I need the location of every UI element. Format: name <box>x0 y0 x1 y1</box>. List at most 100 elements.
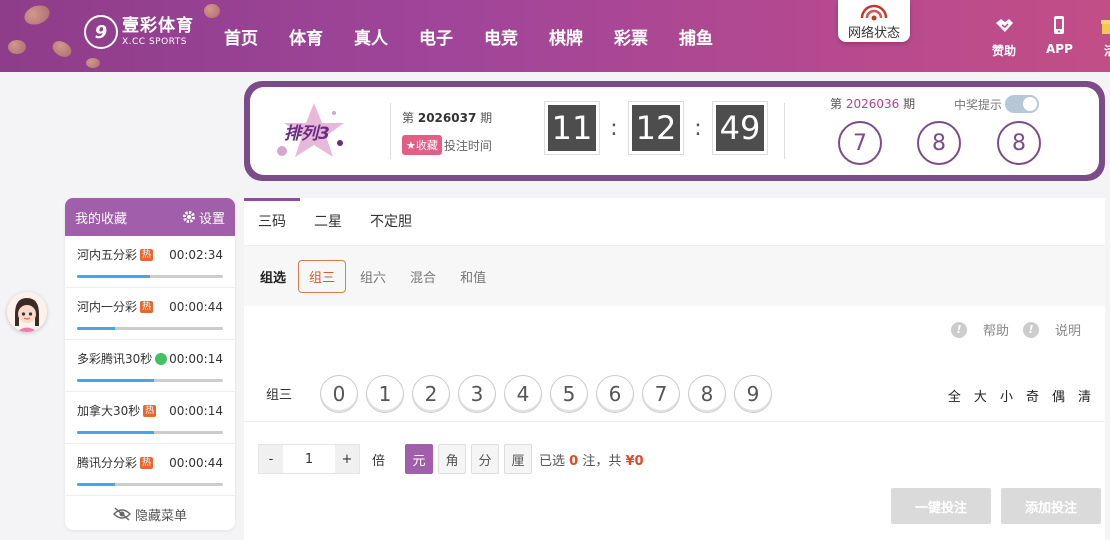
favorite-item-name: 腾讯分分彩 <box>77 456 138 470</box>
number-ball[interactable]: 1 <box>366 374 405 413</box>
unit-li-button[interactable]: 厘 <box>504 444 533 474</box>
quick-bet-button[interactable]: 一键投注 <box>891 488 991 524</box>
number-row-label: 组三 <box>266 388 293 403</box>
nav-live-casino[interactable]: 真人 <box>354 24 388 49</box>
favorite-item-name: 加拿大30秒 <box>77 404 141 418</box>
previous-issue-number: 2026036 <box>845 97 900 111</box>
number-ball[interactable]: 5 <box>550 374 589 413</box>
phone-icon <box>1054 16 1065 34</box>
countdown-minutes: 12 <box>632 105 680 151</box>
decorative-coin <box>204 4 220 18</box>
explain-link[interactable]: ! 说明 <box>1022 320 1081 339</box>
tab-no-position[interactable]: 不定胆 <box>356 198 426 245</box>
promo-label: 活 <box>1103 44 1110 58</box>
favorite-item[interactable]: 加拿大30秒热 00:00:14 <box>65 392 235 444</box>
nav-slots[interactable]: 电子 <box>419 24 453 49</box>
tab-three-code[interactable]: 三码 <box>244 198 300 245</box>
brand-logo[interactable]: 9 壹彩体育 X.CC SPORTS <box>84 15 194 49</box>
number-ball[interactable]: 4 <box>504 374 543 413</box>
total-amount: ¥0 <box>625 453 644 469</box>
multiplier-minus-button[interactable]: - <box>259 445 283 473</box>
nav-lottery[interactable]: 彩票 <box>614 24 648 49</box>
multiplier-input[interactable]: 1 <box>283 445 335 473</box>
add-bet-button[interactable]: 添加投注 <box>1001 488 1101 524</box>
network-status-button[interactable]: 网络状态 <box>838 0 910 42</box>
top-header: 9 壹彩体育 X.CC SPORTS 首页 体育 真人 电子 电竞 棋牌 彩票 … <box>0 0 1110 72</box>
sponsor-link[interactable]: 赞助 <box>992 14 1016 59</box>
timer-progress-bar <box>77 379 223 382</box>
unit-yuan-button[interactable]: 元 <box>405 444 434 474</box>
favorites-panel: 我的收藏 设置 河内五分彩热 00:02:34 河内一分彩热 00:00:44 … <box>65 198 235 530</box>
favorites-settings-button[interactable]: 设置 <box>182 208 225 227</box>
number-ball[interactable]: 2 <box>412 374 451 413</box>
win-notice: 中奖提示 <box>954 95 1040 113</box>
number-ball[interactable]: 6 <box>596 374 635 413</box>
favorite-item-timer: 00:02:34 <box>169 247 223 262</box>
favorites-header: 我的收藏 设置 <box>65 198 235 236</box>
bet-time-label: 投注时间 <box>443 138 492 153</box>
subtab-sum[interactable]: 和值 <box>460 267 486 286</box>
new-badge-icon <box>155 352 168 365</box>
main-nav: 首页 体育 真人 电子 电竞 棋牌 彩票 捕鱼 <box>224 24 744 49</box>
number-ball[interactable]: 7 <box>642 374 681 413</box>
gear-icon <box>182 211 195 223</box>
nav-fishing[interactable]: 捕鱼 <box>679 24 713 49</box>
result-ball: 7 <box>838 121 882 165</box>
favorite-item-timer: 00:00:44 <box>169 299 223 314</box>
lottery-name: 排列3 <box>284 124 330 144</box>
multiplier-plus-button[interactable]: + <box>335 445 359 473</box>
unit-fen-button[interactable]: 分 <box>471 444 500 474</box>
number-ball[interactable]: 3 <box>458 374 497 413</box>
subtab-mixed[interactable]: 混合 <box>410 267 436 286</box>
help-link[interactable]: ! 帮助 <box>950 320 1009 339</box>
result-ball: 8 <box>997 121 1041 165</box>
win-notice-label: 中奖提示 <box>954 97 1003 112</box>
decorative-coin <box>8 40 26 54</box>
quick-clear-button[interactable]: 清 <box>1078 386 1091 405</box>
favorite-item[interactable]: 多彩腾讯30秒 00:00:14 <box>65 340 235 392</box>
number-ball[interactable]: 8 <box>688 374 727 413</box>
nav-chess[interactable]: 棋牌 <box>549 24 583 49</box>
nav-esports[interactable]: 电竞 <box>484 24 518 49</box>
timer-progress-bar <box>77 275 223 278</box>
favorite-item[interactable]: 河内一分彩热 00:00:44 <box>65 288 235 340</box>
multiplier-stepper: - 1 + <box>258 444 360 474</box>
sponsor-label: 赞助 <box>992 44 1017 58</box>
favorite-item[interactable]: 河内五分彩热 00:02:34 <box>65 236 235 288</box>
promo-link[interactable]: 活 <box>1099 14 1110 59</box>
favorites-title: 我的收藏 <box>75 211 128 227</box>
quick-even-button[interactable]: 偶 <box>1052 386 1065 405</box>
subtab-group-three[interactable]: 组三 <box>298 259 347 293</box>
favorite-button[interactable]: ★收藏 <box>402 135 442 155</box>
unit-jiao-button[interactable]: 角 <box>438 444 467 474</box>
app-link[interactable]: APP <box>1046 14 1073 56</box>
customer-service-avatar[interactable] <box>7 292 47 332</box>
favorite-item-name: 多彩腾讯30秒 <box>77 352 153 366</box>
avatar-icon <box>7 292 47 332</box>
hide-menu-button[interactable]: 隐藏菜单 <box>65 496 235 530</box>
divider <box>390 103 391 159</box>
subtab-group-six[interactable]: 组六 <box>360 267 386 286</box>
number-picker-row: 组三 0 1 2 3 4 5 6 7 8 9 全 大 小 奇 偶 清 <box>244 366 1105 422</box>
logo-subtitle: X.CC SPORTS <box>122 36 187 47</box>
decorative-coin <box>21 2 53 28</box>
quick-all-button[interactable]: 全 <box>948 386 961 405</box>
network-status-label: 网络状态 <box>847 26 900 41</box>
number-ball[interactable]: 9 <box>734 374 773 413</box>
hot-badge: 热 <box>143 404 157 417</box>
favorite-item[interactable]: 腾讯分分彩热 00:00:44 <box>65 444 235 496</box>
quick-small-button[interactable]: 小 <box>1000 386 1013 405</box>
handshake-icon <box>996 19 1013 32</box>
divider <box>784 103 785 159</box>
nav-home[interactable]: 首页 <box>224 24 258 49</box>
quick-big-button[interactable]: 大 <box>974 386 987 405</box>
quick-odd-button[interactable]: 奇 <box>1026 386 1039 405</box>
favorite-item-timer: 00:00:14 <box>169 403 223 418</box>
previous-issue: 第 2026036 期 <box>830 97 916 111</box>
nav-sports[interactable]: 体育 <box>289 24 323 49</box>
win-notice-toggle[interactable] <box>1005 95 1040 113</box>
tab-two-star[interactable]: 二星 <box>300 198 356 245</box>
quick-select: 全 大 小 奇 偶 清 <box>935 386 1091 405</box>
info-icon: ! <box>1022 321 1039 338</box>
number-ball[interactable]: 0 <box>320 374 359 413</box>
